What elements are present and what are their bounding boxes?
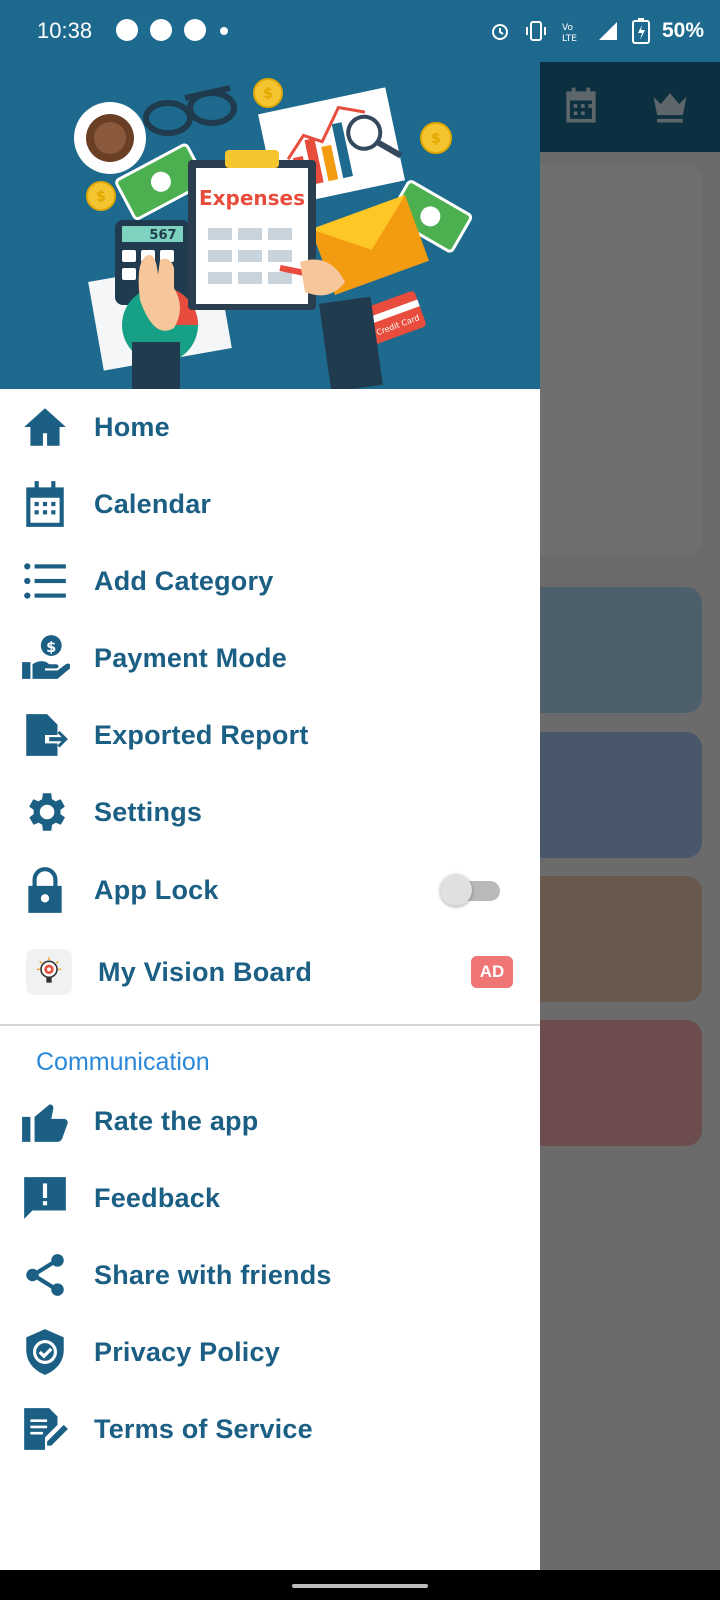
menu-label: Calendar [94, 488, 212, 519]
battery-charging-icon [631, 18, 650, 44]
status-time: 10:38 [37, 18, 93, 43]
shield-check-icon [26, 1329, 64, 1375]
battery-percentage: 50% [661, 19, 704, 42]
svg-text:Vo: Vo [562, 23, 573, 33]
menu-label: Privacy Policy [94, 1336, 280, 1367]
home-gesture-handle[interactable] [292, 1584, 428, 1588]
gauge-icon [150, 19, 172, 41]
menu-item-add-category[interactable]: Add Category [0, 546, 540, 616]
document-edit-icon [24, 1408, 68, 1450]
menu-item-feedback[interactable]: Feedback [0, 1163, 540, 1233]
status-bar: 10:38 Vo LTE 50% [0, 0, 720, 62]
menu-label: My Vision Board [98, 956, 313, 987]
menu-label: Settings [94, 796, 203, 827]
menu-item-privacy-policy[interactable]: Privacy Policy [0, 1317, 540, 1387]
menu-label: Rate the app [94, 1105, 259, 1136]
navigation-drawer: $ $ $ Credit Card 567 Expenses Home Cale… [0, 0, 540, 1570]
menu-item-settings[interactable]: Settings [0, 777, 540, 847]
menu-item-rate-the-app[interactable]: Rate the app [0, 1086, 540, 1156]
svg-text:LTE: LTE [562, 34, 577, 43]
calculator-display: 567 [149, 228, 176, 243]
gauge-icon [184, 19, 206, 41]
menu-label: App Lock [94, 874, 219, 905]
menu-label: Exported Report [94, 719, 309, 750]
menu-item-share-with-friends[interactable]: Share with friends [0, 1240, 540, 1310]
menu-item-payment-mode[interactable]: $ Payment Mode [0, 623, 540, 693]
svg-text:$: $ [431, 131, 441, 147]
lock-icon [28, 867, 62, 913]
svg-text:$: $ [46, 639, 56, 656]
gear-icon [29, 793, 65, 831]
menu-label: Share with friends [94, 1259, 332, 1290]
toggle-thumb [440, 874, 472, 906]
menu-item-exported-report[interactable]: Exported Report [0, 700, 540, 770]
lightbulb-target-icon [26, 949, 72, 995]
hand-dollar-icon: $ [22, 635, 70, 679]
menu-label: Home [94, 411, 170, 442]
alarm-icon [491, 24, 508, 40]
menu-item-app-lock[interactable]: App Lock [0, 855, 540, 925]
menu-label: Terms of Service [94, 1413, 313, 1444]
menu-item-terms-of-service[interactable]: Terms of Service [0, 1394, 540, 1464]
calendar-icon [26, 481, 64, 527]
section-title-communication: Communication [36, 1048, 210, 1076]
svg-text:$: $ [263, 86, 273, 102]
thumbs-up-icon [22, 1104, 68, 1142]
menu-item-my-vision-board[interactable]: My Vision Board AD [0, 937, 540, 1007]
menu-label: Payment Mode [94, 642, 287, 673]
vibrate-icon [525, 21, 546, 41]
divider [0, 1024, 540, 1026]
svg-text:$: $ [96, 189, 106, 205]
illustration-title: Expenses [199, 186, 305, 210]
file-export-icon [26, 714, 68, 756]
ad-badge: AD [471, 956, 513, 988]
notification-p-icon [116, 19, 138, 41]
menu-label: Add Category [94, 565, 274, 596]
signal-icon [598, 22, 617, 40]
feedback-icon [24, 1177, 66, 1219]
dot-icon [220, 27, 228, 35]
menu-item-home[interactable]: Home [0, 392, 540, 462]
home-icon [24, 408, 66, 446]
menu-label: Feedback [94, 1182, 221, 1213]
system-navigation-bar [0, 1570, 720, 1600]
list-icon [24, 563, 66, 599]
menu-item-calendar[interactable]: Calendar [0, 469, 540, 539]
volte-icon: VoLTE [562, 23, 577, 43]
app-lock-toggle[interactable] [440, 874, 500, 906]
share-icon [26, 1254, 64, 1296]
